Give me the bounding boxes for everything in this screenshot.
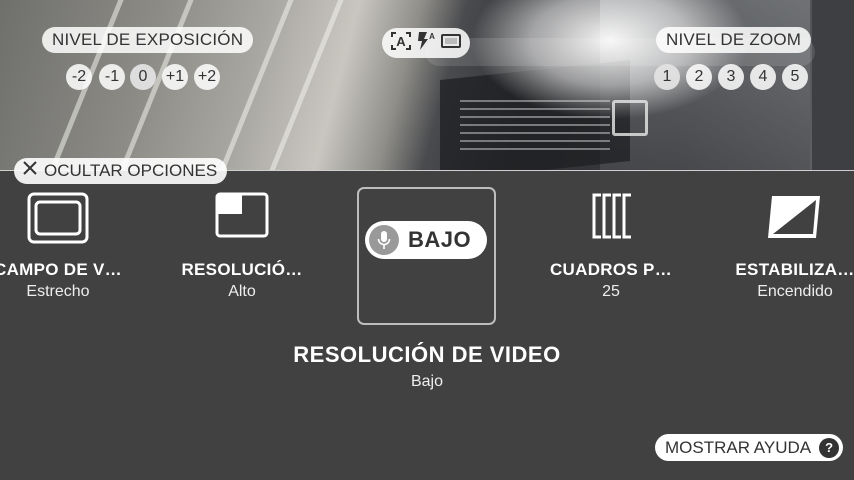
zoom-label: NIVEL DE ZOOM (656, 27, 812, 53)
option-frame-rate[interactable]: CUADROS P… 25 (536, 186, 686, 326)
exposure-level-button[interactable]: +2 (194, 64, 220, 90)
option-value: Alto (228, 283, 256, 300)
flash-auto-icon[interactable]: A (416, 31, 436, 56)
show-help-button[interactable]: MOSTRAR AYUDA ? (655, 434, 844, 461)
option-title: RESOLUCIÓ… (181, 260, 303, 279)
show-help-label: MOSTRAR AYUDA (665, 437, 812, 457)
zoom-level-button-selected[interactable]: 1 (654, 64, 680, 90)
option-value: Estrecho (26, 283, 90, 300)
preview-detail (257, 0, 348, 171)
close-icon (22, 158, 38, 184)
zoom-level-button[interactable]: 2 (686, 64, 712, 90)
question-icon: ? (819, 437, 840, 458)
exposure-level-button-selected[interactable]: 0 (130, 64, 156, 90)
exposure-level-button[interactable]: -1 (99, 64, 125, 90)
option-title: ESTABILIZA… (735, 260, 854, 279)
preview-detail (612, 100, 648, 136)
svg-text:A: A (396, 34, 406, 49)
stabilization-icon (766, 192, 824, 247)
zoom-level-button[interactable]: 3 (718, 64, 744, 90)
resolution-icon (215, 192, 269, 243)
option-value: 25 (602, 283, 620, 300)
svg-text:A: A (429, 32, 435, 41)
option-title: CUADROS P… (549, 260, 672, 279)
zoom-level-button[interactable]: 5 (782, 64, 808, 90)
option-stabilization[interactable]: ESTABILIZA… Encendido (720, 186, 854, 326)
frame-rate-icon (589, 192, 633, 245)
zoom-level-button[interactable]: 4 (750, 64, 776, 90)
video-resolution-value-pill[interactable]: BAJO (365, 221, 487, 259)
exposure-level-button[interactable]: +1 (162, 64, 188, 90)
auto-exposure-icon[interactable]: A (390, 31, 412, 56)
microphone-icon (369, 225, 399, 255)
option-field-of-view[interactable]: CAMPO DE V… Estrecho (0, 186, 133, 326)
exposure-level-button[interactable]: -2 (66, 64, 92, 90)
hide-options-button[interactable]: OCULTAR OPCIONES (14, 158, 228, 184)
field-of-view-icon (27, 192, 89, 249)
camera-mode-toolbar: A A (382, 28, 470, 58)
option-title: CAMPO DE V… (0, 260, 122, 279)
selected-option-value: Bajo (410, 373, 444, 390)
option-value: Encendido (757, 283, 833, 300)
exposure-label: NIVEL DE EXPOSICIÓN (42, 27, 254, 53)
preview-detail (812, 0, 854, 171)
hide-options-label: OCULTAR OPCIONES (44, 161, 218, 180)
selected-option-title: RESOLUCIÓN DE VIDEO (293, 342, 561, 367)
aspect-ratio-icon[interactable] (440, 32, 462, 55)
option-resolution[interactable]: RESOLUCIÓ… Alto (167, 186, 317, 326)
selected-option-pill-label: BAJO (408, 227, 472, 252)
